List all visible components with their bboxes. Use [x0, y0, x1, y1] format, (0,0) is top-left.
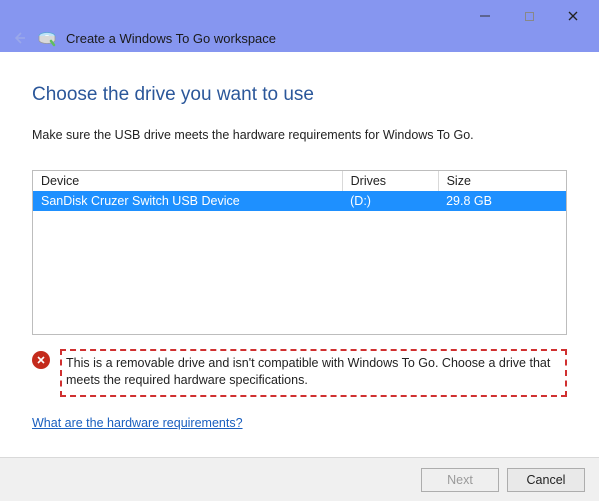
table-header-row: Device Drives Size — [33, 171, 566, 191]
next-button[interactable]: Next — [421, 468, 499, 492]
cell-device: SanDisk Cruzer Switch USB Device — [33, 191, 342, 211]
header-drives[interactable]: Drives — [342, 171, 438, 191]
cell-drives: (D:) — [342, 191, 438, 211]
window-title: Create a Windows To Go workspace — [66, 31, 276, 46]
window-controls — [473, 0, 591, 30]
header-size[interactable]: Size — [438, 171, 566, 191]
error-row: This is a removable drive and isn't comp… — [32, 349, 567, 397]
back-arrow-icon[interactable] — [10, 29, 28, 47]
minimize-button[interactable] — [473, 4, 497, 28]
cell-size: 29.8 GB — [438, 191, 566, 211]
footer-bar: Next Cancel — [0, 457, 599, 501]
cancel-button[interactable]: Cancel — [507, 468, 585, 492]
error-message: This is a removable drive and isn't comp… — [60, 349, 567, 397]
header-device[interactable]: Device — [33, 171, 342, 191]
drive-table: Device Drives Size SanDisk Cruzer Switch… — [32, 170, 567, 335]
link-row: What are the hardware requirements? — [32, 415, 567, 430]
maximize-button[interactable] — [517, 4, 541, 28]
header-row: Create a Windows To Go workspace — [10, 27, 276, 49]
close-button[interactable] — [561, 4, 585, 28]
disk-drive-icon — [36, 27, 58, 49]
hardware-requirements-link[interactable]: What are the hardware requirements? — [32, 416, 243, 430]
error-icon — [32, 351, 50, 369]
content-area: Choose the drive you want to use Make su… — [0, 52, 599, 430]
table-row[interactable]: SanDisk Cruzer Switch USB Device (D:) 29… — [33, 191, 566, 211]
instruction-text: Make sure the USB drive meets the hardwa… — [32, 128, 567, 142]
page-heading: Choose the drive you want to use — [32, 84, 567, 106]
